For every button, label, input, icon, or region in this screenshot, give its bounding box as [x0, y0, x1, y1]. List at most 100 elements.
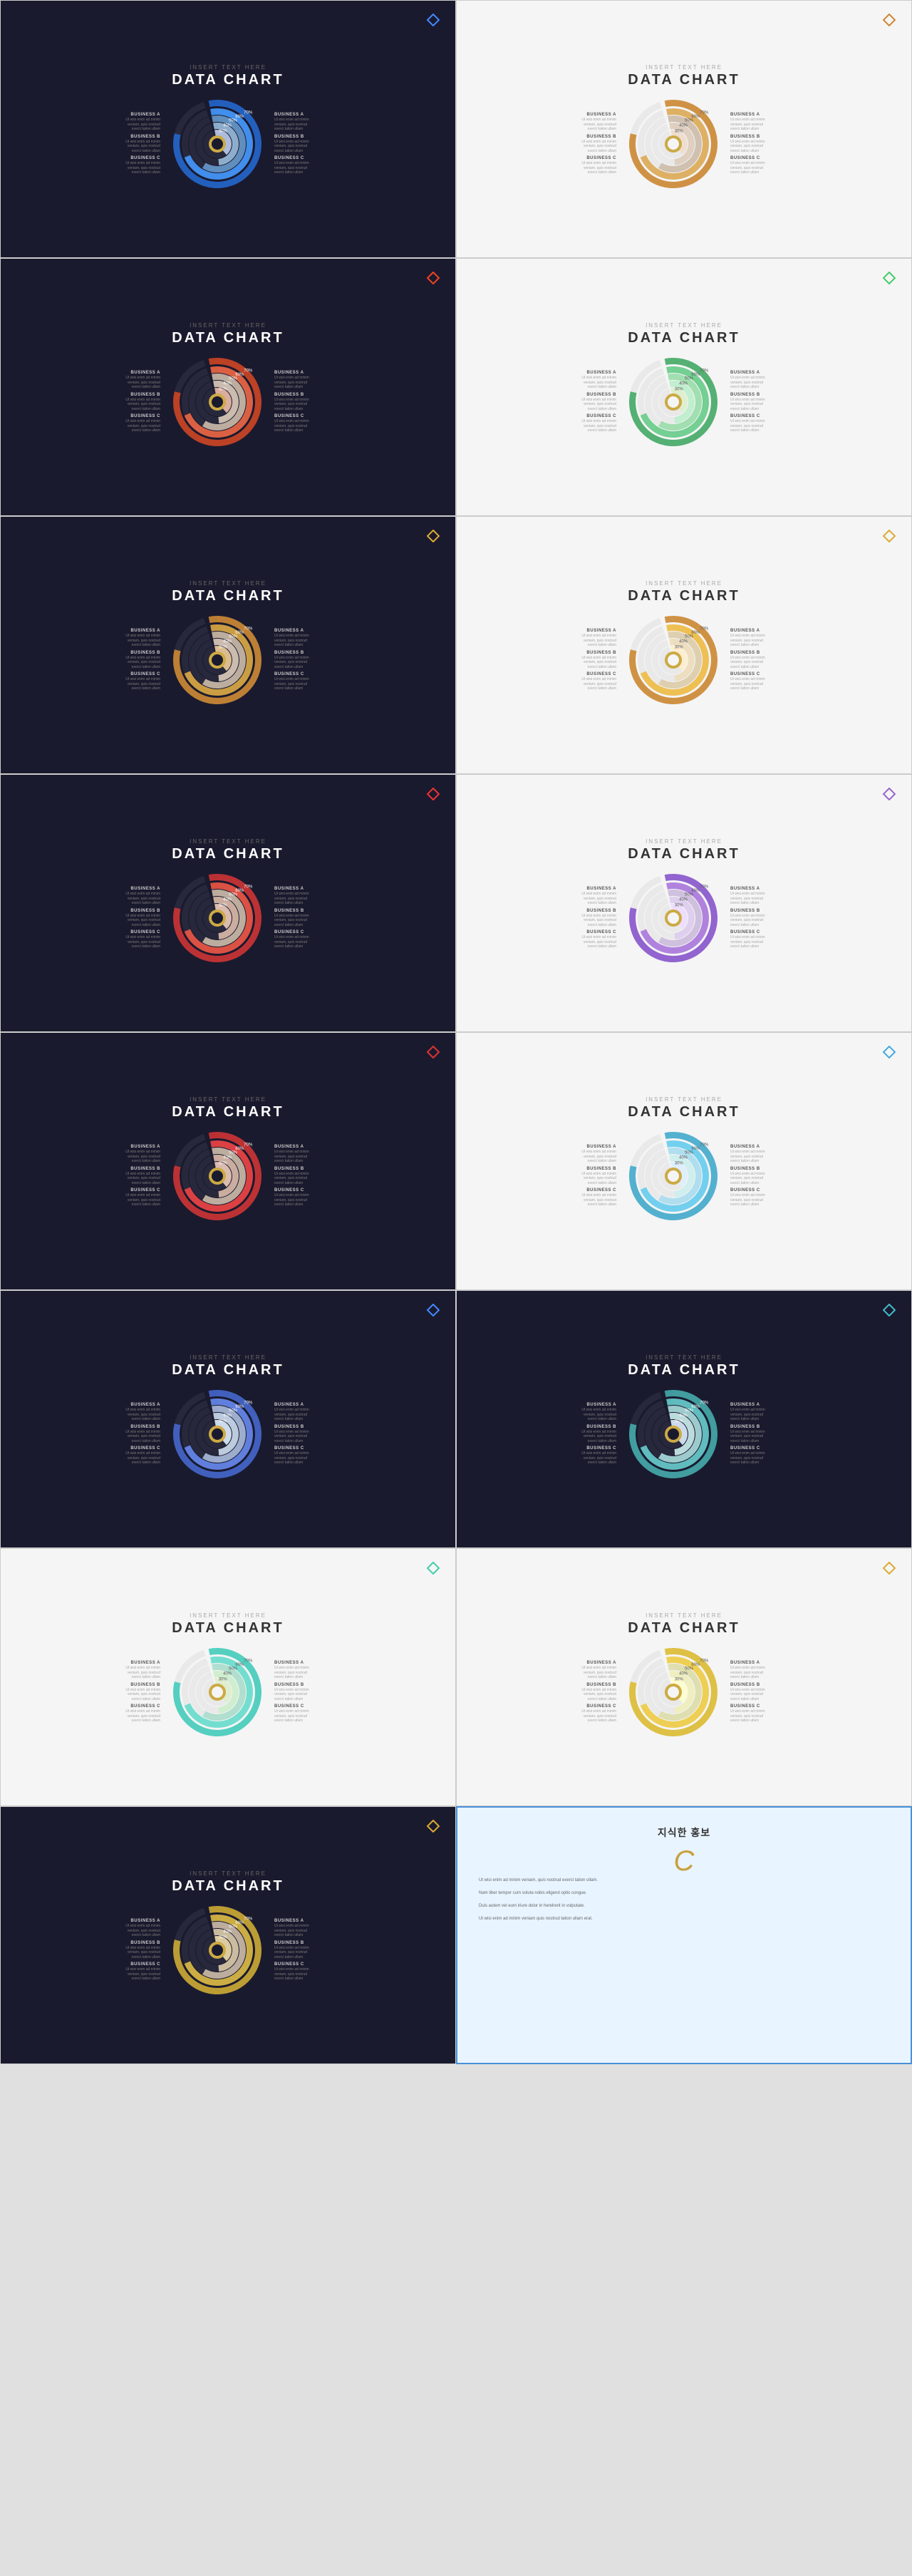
chart-area: BUSINESS A Ut wisi enim ad minimveniam, …: [30, 352, 426, 452]
slide-inner: INSERT TEXT HERE DATA CHART BUSINESS A U…: [464, 8, 904, 250]
slide-inner: INSERT TEXT HERE DATA CHART BUSINESS A U…: [8, 1040, 448, 1282]
slide-5: INSERT TEXT HERE DATA CHART BUSINESS A U…: [0, 516, 456, 774]
insert-text: INSERT TEXT HERE: [190, 838, 266, 845]
svg-text:70%: 70%: [244, 1659, 253, 1664]
chart-area: BUSINESS A Ut wisi enim ad minimveniam, …: [30, 610, 426, 710]
insert-text: INSERT TEXT HERE: [190, 1354, 266, 1361]
diamond-icon: [427, 1820, 440, 1833]
chart-area: BUSINESS A Ut wisi enim ad minimveniam, …: [30, 1642, 426, 1742]
svg-text:40%: 40%: [679, 382, 688, 386]
labels-left: BUSINESS A Ut wisi enim ad minimveniam, …: [559, 1145, 616, 1207]
label-right-item: BUSINESS B Ut wisi enim ad minimveniam, …: [730, 651, 765, 670]
slide-row: INSERT TEXT HERE DATA CHART BUSINESS A U…: [0, 1548, 912, 1806]
label-left-item: BUSINESS A Ut wisi enim ad minimveniam, …: [581, 629, 616, 648]
labels-right: BUSINESS A Ut wisi enim ad minimveniam, …: [274, 1919, 353, 1982]
chart-area: BUSINESS A Ut wisi enim ad minimveniam, …: [486, 352, 882, 452]
svg-text:30%: 30%: [219, 1678, 228, 1682]
slide-1: INSERT TEXT HERE DATA CHART BUSINESS A U…: [0, 0, 456, 258]
slide-row: INSERT TEXT HERE DATA CHART BUSINESS A U…: [0, 1032, 912, 1290]
svg-text:40%: 40%: [223, 382, 232, 386]
chart-title: DATA CHART: [628, 72, 740, 88]
slide-7: INSERT TEXT HERE DATA CHART BUSINESS A U…: [0, 774, 456, 1032]
svg-text:40%: 40%: [679, 1672, 688, 1676]
label-left-item: BUSINESS B Ut wisi enim ad minimveniam, …: [581, 1425, 616, 1444]
labels-right: BUSINESS A Ut wisi enim ad minimveniam, …: [730, 113, 809, 175]
svg-text:50%: 50%: [229, 635, 238, 639]
label-left-item: BUSINESS B Ut wisi enim ad minimveniam, …: [125, 393, 160, 412]
svg-text:70%: 70%: [700, 111, 709, 115]
labels-right: BUSINESS A Ut wisi enim ad minimveniam, …: [730, 371, 809, 433]
chart-title: DATA CHART: [172, 588, 284, 604]
chart-area: BUSINESS A Ut wisi enim ad minimveniam, …: [486, 1642, 882, 1742]
label-right-item: BUSINESS A Ut wisi enim ad minimveniam, …: [274, 113, 309, 132]
svg-text:70%: 70%: [700, 1659, 709, 1664]
slide-13: INSERT TEXT HERE DATA CHART BUSINESS A U…: [0, 1548, 456, 1806]
svg-text:40%: 40%: [223, 640, 232, 644]
svg-text:50%: 50%: [685, 1667, 694, 1671]
last-body: Ut wisi enim ad minim veniam, quis nostr…: [479, 1877, 889, 1922]
label-left-item: BUSINESS C Ut wisi enim ad minimveniam, …: [125, 672, 160, 691]
donut-chart: 70%60%50%40%30%: [167, 1384, 267, 1484]
label-right-item: BUSINESS C Ut wisi enim ad minimveniam, …: [274, 414, 309, 433]
diamond-icon: [427, 530, 440, 542]
slide-inner: INSERT TEXT HERE DATA CHART BUSINESS A U…: [464, 524, 904, 766]
label-left-item: BUSINESS B Ut wisi enim ad minimveniam, …: [125, 1425, 160, 1444]
label-left-item: BUSINESS C Ut wisi enim ad minimveniam, …: [125, 1446, 160, 1465]
label-left-item: BUSINESS C Ut wisi enim ad minimveniam, …: [581, 672, 616, 691]
insert-text: INSERT TEXT HERE: [190, 580, 266, 587]
svg-text:50%: 50%: [229, 377, 238, 381]
svg-text:30%: 30%: [219, 1936, 228, 1940]
labels-left: BUSINESS A Ut wisi enim ad minimveniam, …: [559, 371, 616, 433]
labels-left: BUSINESS A Ut wisi enim ad minimveniam, …: [103, 1919, 160, 1982]
svg-text:70%: 70%: [244, 1401, 253, 1406]
labels-right: BUSINESS A Ut wisi enim ad minimveniam, …: [730, 1661, 809, 1724]
labels-right: BUSINESS A Ut wisi enim ad minimveniam, …: [730, 629, 809, 691]
svg-text:30%: 30%: [219, 904, 228, 908]
slide-inner: INSERT TEXT HERE DATA CHART BUSINESS A U…: [464, 1556, 904, 1798]
donut-chart: 70%60%50%40%30%: [623, 352, 723, 452]
labels-left: BUSINESS A Ut wisi enim ad minimveniam, …: [103, 1403, 160, 1465]
labels-left: BUSINESS A Ut wisi enim ad minimveniam, …: [103, 1661, 160, 1724]
insert-text: INSERT TEXT HERE: [646, 1096, 722, 1103]
label-right-item: BUSINESS A Ut wisi enim ad minimveniam, …: [274, 1661, 309, 1680]
insert-text: INSERT TEXT HERE: [646, 64, 722, 71]
label-right-item: BUSINESS A Ut wisi enim ad minimveniam, …: [730, 887, 765, 906]
svg-text:50%: 50%: [229, 893, 238, 897]
labels-left: BUSINESS A Ut wisi enim ad minimveniam, …: [559, 113, 616, 175]
label-right-item: BUSINESS C Ut wisi enim ad minimveniam, …: [274, 1962, 309, 1982]
label-left-item: BUSINESS A Ut wisi enim ad minimveniam, …: [581, 887, 616, 906]
svg-text:50%: 50%: [229, 1667, 238, 1671]
label-right-item: BUSINESS B Ut wisi enim ad minimveniam, …: [274, 909, 309, 928]
label-left-item: BUSINESS C Ut wisi enim ad minimveniam, …: [125, 156, 160, 175]
label-right-item: BUSINESS C Ut wisi enim ad minimveniam, …: [274, 672, 309, 691]
svg-text:50%: 50%: [685, 1409, 694, 1413]
label-left-item: BUSINESS A Ut wisi enim ad minimveniam, …: [581, 1403, 616, 1422]
slide-inner: INSERT TEXT HERE DATA CHART BUSINESS A U…: [464, 1298, 904, 1540]
labels-right: BUSINESS A Ut wisi enim ad minimveniam, …: [274, 113, 353, 175]
svg-text:30%: 30%: [219, 646, 228, 650]
labels-right: BUSINESS A Ut wisi enim ad minimveniam, …: [274, 1661, 353, 1724]
insert-text: INSERT TEXT HERE: [646, 1354, 722, 1361]
svg-text:70%: 70%: [700, 1401, 709, 1406]
diamond-icon: [427, 1046, 440, 1058]
label-left-item: BUSINESS A Ut wisi enim ad minimveniam, …: [125, 371, 160, 390]
chart-area: BUSINESS A Ut wisi enim ad minimveniam, …: [30, 1900, 426, 2000]
svg-text:50%: 50%: [685, 635, 694, 639]
label-right-item: BUSINESS B Ut wisi enim ad minimveniam, …: [274, 1425, 309, 1444]
label-left-item: BUSINESS B Ut wisi enim ad minimveniam, …: [125, 909, 160, 928]
label-right-item: BUSINESS B Ut wisi enim ad minimveniam, …: [274, 1683, 309, 1702]
svg-text:40%: 40%: [223, 898, 232, 902]
slide-inner: INSERT TEXT HERE DATA CHART BUSINESS A U…: [464, 266, 904, 508]
diamond-icon: [883, 1046, 896, 1058]
label-left-item: BUSINESS C Ut wisi enim ad minimveniam, …: [125, 930, 160, 949]
svg-text:40%: 40%: [679, 640, 688, 644]
label-right-item: BUSINESS C Ut wisi enim ad minimveniam, …: [274, 1704, 309, 1724]
svg-text:40%: 40%: [679, 898, 688, 902]
labels-left: BUSINESS A Ut wisi enim ad minimveniam, …: [103, 371, 160, 433]
diamond-icon: [427, 1304, 440, 1317]
chart-area: BUSINESS A Ut wisi enim ad minimveniam, …: [486, 1384, 882, 1484]
label-left-item: BUSINESS A Ut wisi enim ad minimveniam, …: [581, 1661, 616, 1680]
label-right-item: BUSINESS C Ut wisi enim ad minimveniam, …: [730, 1188, 765, 1207]
label-right-item: BUSINESS B Ut wisi enim ad minimveniam, …: [274, 135, 309, 154]
label-left-item: BUSINESS C Ut wisi enim ad minimveniam, …: [581, 156, 616, 175]
